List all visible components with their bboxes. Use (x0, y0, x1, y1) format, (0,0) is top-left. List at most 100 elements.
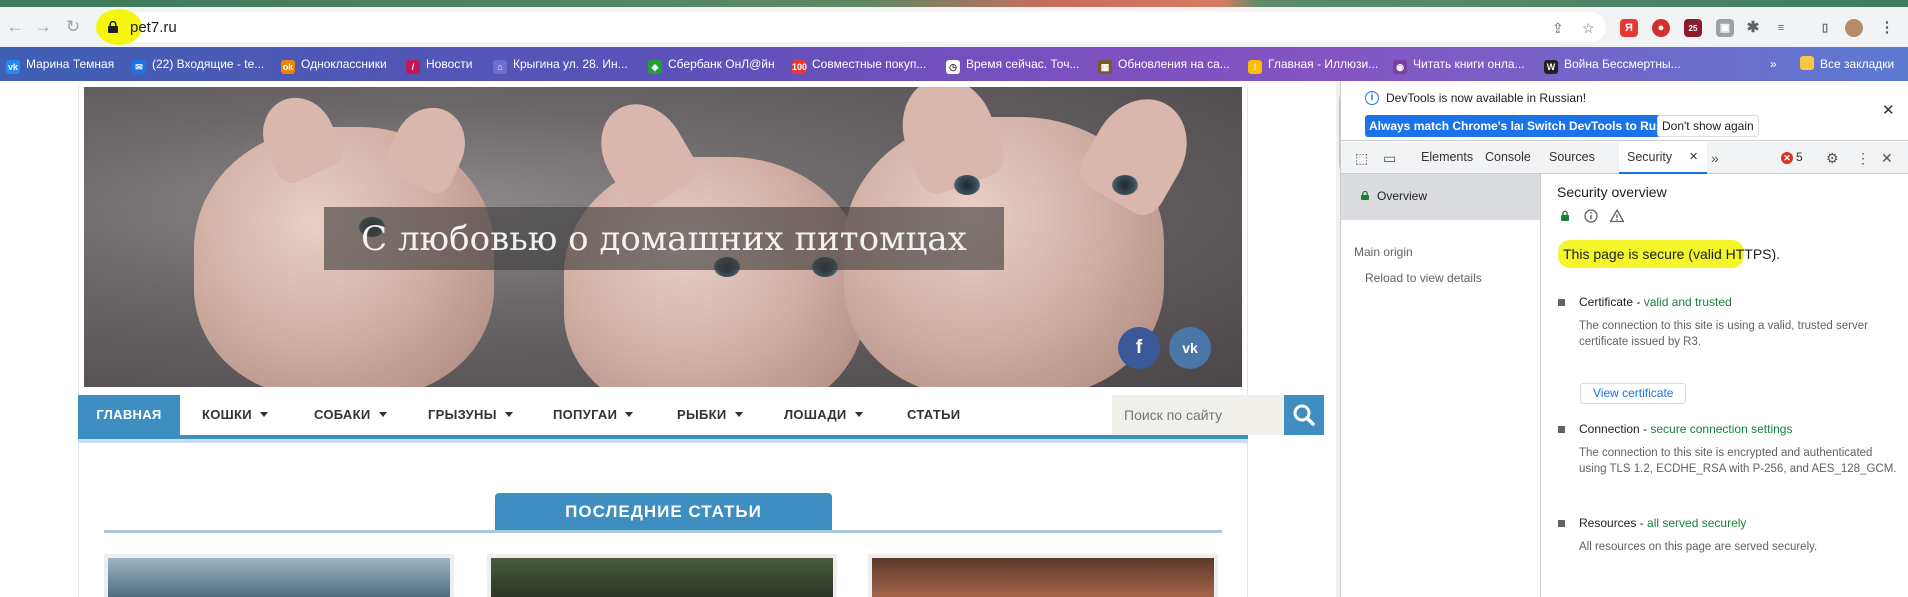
article-thumbnail[interactable] (487, 554, 837, 597)
bookmark-item[interactable]: ▦ Обновления на са... (1098, 56, 1230, 74)
security-sidebar: Overview Main origin Reload to view deta… (1341, 174, 1541, 597)
bookmark-favicon-icon: / (406, 60, 420, 74)
avatar[interactable] (1845, 19, 1863, 37)
info-message: DevTools is now available in Russian! (1386, 91, 1587, 105)
bookmark-item[interactable]: 100 Совместные покуп... (792, 56, 926, 74)
bookmark-favicon-icon: ◆ (648, 60, 662, 74)
close-tab-icon[interactable]: ✕ (1689, 150, 1698, 163)
puzzle-icon[interactable]: ✱ (1744, 19, 1762, 37)
browser-toolbar: ← → ↻ pet7.ru ⇪ ☆ Я ● 25 ▣ ✱ ≡ ▯ ⋮ (0, 7, 1908, 47)
more-tabs-icon[interactable]: » (1711, 150, 1719, 166)
devtools-infobar: i DevTools is now available in Russian! … (1341, 81, 1908, 141)
bookmark-item[interactable]: ◉ Читать книги онла... (1393, 56, 1525, 74)
extension-icon[interactable]: ▣ (1716, 19, 1734, 37)
nav-label: ГРЫЗУНЫ (428, 407, 497, 422)
resources-label: Resources - (1579, 516, 1648, 530)
info-icon: i (1365, 91, 1379, 105)
lock-icon[interactable] (108, 21, 118, 33)
nav-label: ПОПУГАИ (553, 407, 618, 422)
nav-home[interactable]: ГЛАВНАЯ (78, 395, 180, 435)
bookmark-item[interactable]: ok Одноклассники (281, 56, 387, 74)
site-title[interactable]: С любовью о домашних питомцах (324, 219, 1004, 259)
tab-elements[interactable]: Elements (1421, 150, 1473, 164)
site-nav: ГЛАВНАЯ КОШКИ СОБАКИ ГРЫЗУНЫ ПОПУГАИ РЫБ… (78, 395, 1324, 439)
tab-sources[interactable]: Sources (1549, 150, 1595, 164)
address-bar[interactable] (96, 12, 1606, 42)
bookmark-item[interactable]: ⌂ Крыгина ул. 28. Ин... (493, 56, 628, 74)
nav-dogs[interactable]: СОБАКИ (314, 395, 387, 435)
nav-horses[interactable]: ЛОШАДИ (784, 395, 863, 435)
caret-down-icon (259, 412, 268, 417)
kebab-menu-icon[interactable]: ⋮ (1856, 150, 1870, 167)
bookmark-favicon-icon: ◉ (1393, 60, 1407, 74)
forward-icon[interactable]: → (32, 16, 54, 38)
caret-down-icon (734, 412, 743, 417)
sidebar-item-overview[interactable]: Overview (1341, 174, 1540, 220)
connection-description: The connection to this site is encrypted… (1579, 447, 1897, 475)
search-icon (1293, 404, 1315, 426)
info-state-icon (1584, 209, 1598, 223)
bookmark-item[interactable]: ! Главная - Иллюзи... (1248, 56, 1378, 74)
bookmark-item[interactable]: ◷ Время сейчас. Точ... (946, 56, 1079, 74)
caret-down-icon (625, 412, 634, 417)
error-count-badge[interactable]: ✕ 5 (1781, 150, 1803, 164)
gear-icon[interactable]: ⚙ (1826, 150, 1839, 167)
bookmark-item[interactable]: ◆ Сбербанк ОнЛ@йн (648, 56, 775, 74)
security-overview-pane: Security overview This page is secure (v… (1542, 174, 1908, 597)
folder-icon (1800, 56, 1814, 70)
bookmark-item[interactable]: W Война Бессмертны... (1544, 56, 1681, 74)
side-panel-icon[interactable]: ▯ (1816, 19, 1834, 37)
star-icon[interactable]: ☆ (1582, 20, 1595, 37)
menu-icon[interactable]: ⋮ (1878, 19, 1896, 37)
view-certificate-button[interactable]: View certificate (1580, 383, 1687, 404)
certificate-description: The connection to this site is using a v… (1579, 320, 1868, 348)
page-title: Security overview (1557, 184, 1667, 200)
vk-icon[interactable]: vk (1169, 327, 1211, 369)
error-count: 5 (1796, 150, 1803, 164)
sidebar-item-reload[interactable]: Reload to view details (1365, 271, 1482, 285)
all-bookmarks-folder[interactable]: Все закладки (1800, 56, 1894, 72)
nav-parrots[interactable]: ПОПУГАИ (553, 395, 634, 435)
close-icon[interactable]: ✕ (1882, 101, 1895, 119)
extension-icon[interactable]: ● (1652, 19, 1670, 37)
device-toolbar-icon[interactable]: ▭ (1383, 150, 1396, 167)
certificate-status: valid and trusted (1643, 295, 1732, 309)
close-devtools-icon[interactable]: ✕ (1881, 150, 1893, 167)
bookmark-favicon-icon: ⌂ (493, 60, 507, 74)
nav-cats[interactable]: КОШКИ (202, 395, 268, 435)
bookmark-item[interactable]: / Новости (406, 56, 472, 74)
yandex-extension-icon[interactable]: Я (1620, 19, 1638, 37)
reading-list-icon[interactable]: ≡ (1772, 19, 1790, 37)
bookmark-label: Читать книги онла... (1413, 57, 1525, 71)
nav-fish[interactable]: РЫБКИ (677, 395, 743, 435)
extension-icon[interactable]: 25 (1684, 19, 1702, 37)
search-button[interactable] (1284, 395, 1324, 435)
reload-icon[interactable]: ↻ (62, 16, 84, 38)
back-icon[interactable]: ← (4, 16, 26, 38)
nav-articles[interactable]: СТАТЬИ (907, 395, 960, 435)
security-summary: This page is secure (valid HTTPS). (1563, 246, 1781, 262)
share-icon[interactable]: ⇪ (1552, 20, 1564, 37)
article-thumbnail[interactable] (104, 554, 454, 597)
header-banner: С любовью о домашних питомцах f vk (84, 87, 1242, 387)
site-search-input[interactable] (1112, 395, 1284, 435)
bookmark-label: Обновления на са... (1118, 57, 1230, 71)
more-bookmarks-icon[interactable]: » (1770, 56, 1777, 72)
bookmark-label: Крыгина ул. 28. Ин... (513, 57, 628, 71)
nav-rodents[interactable]: ГРЫЗУНЫ (428, 395, 513, 435)
dont-show-button[interactable]: Don't show again (1657, 115, 1759, 137)
article-thumbnail[interactable] (868, 554, 1218, 597)
bookmark-item[interactable]: ✉ (22) Входящие - te... (132, 56, 264, 74)
tab-console[interactable]: Console (1485, 150, 1531, 164)
url-text[interactable]: pet7.ru (130, 19, 177, 36)
secure-lock-icon (1561, 210, 1569, 221)
bookmarks-bar: vk Марина Темная ✉ (22) Входящие - te... ok О… (0, 47, 1908, 81)
tab-security[interactable]: Security ✕ (1619, 142, 1707, 174)
inspect-icon[interactable]: ⬚ (1355, 150, 1368, 167)
bullet-icon (1558, 520, 1565, 527)
facebook-icon[interactable]: f (1118, 327, 1160, 369)
bullet-icon (1558, 426, 1565, 433)
nav-label: СОБАКИ (314, 407, 371, 422)
nav-label: РЫБКИ (677, 407, 727, 422)
bookmark-item[interactable]: vk Марина Темная (6, 56, 114, 74)
